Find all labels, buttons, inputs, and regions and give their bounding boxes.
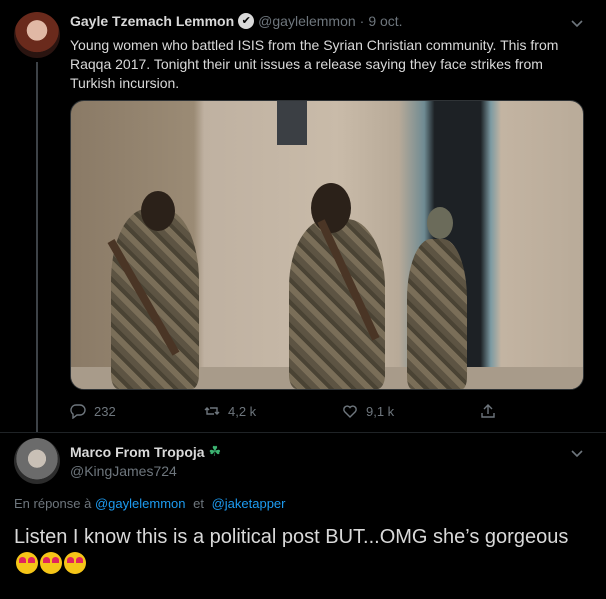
like-count: 9,1 k [366,403,395,419]
heart-eyes-emoji [16,552,38,574]
photo-figure-head [141,191,175,231]
photo-figure [289,219,385,389]
reply-action[interactable]: 232 [70,403,116,419]
tweet-photo[interactable] [70,100,584,390]
mention-link[interactable]: @gaylelemmon [95,496,186,511]
reply-author-avatar[interactable] [14,438,60,484]
thread-connector-line [36,62,38,432]
header-separator: · [359,13,365,29]
reply-count: 232 [94,403,116,419]
tweet-actions: 232 4,2 k 9,1 k [70,403,500,421]
photo-figure-head [311,183,351,233]
author-name[interactable]: Gayle Tzemach Lemmon [70,13,234,29]
reply-author-name[interactable]: Marco From Tropoja [70,444,205,460]
reply-text-content: Listen I know this is a political post B… [14,526,569,548]
heart-eyes-emoji [64,552,86,574]
comment-icon [70,404,86,419]
photo-figure-head [427,207,453,239]
author-avatar[interactable] [14,12,60,58]
reply-text: Listen I know this is a political post B… [14,523,584,579]
tweet-divider [0,432,606,433]
retweet-action[interactable]: 4,2 k [204,403,256,419]
retweet-count: 4,2 k [228,403,257,419]
author-handle[interactable]: @gaylelemmon [258,13,355,29]
in-reply-prefix: En réponse à [14,496,92,511]
retweet-icon [204,407,220,415]
like-action[interactable]: 9,1 k [342,403,394,419]
chevron-down-icon[interactable] [570,446,584,460]
photo-window [277,101,307,145]
share-icon [481,404,495,418]
tweet-date[interactable]: 9 oct. [368,13,402,29]
photo-figure [111,209,199,389]
in-reply-to: En réponse à @gaylelemmon et @jaketapper [14,496,285,511]
reply-author-handle[interactable]: @KingJames724 [70,463,177,479]
in-reply-conjunction: et [193,496,204,511]
heart-eyes-emoji [40,552,62,574]
heart-icon [343,405,357,418]
tweet-header: Gayle Tzemach Lemmon ✔ @gaylelemmon · 9 … [70,13,403,29]
reply-header: Marco From Tropoja ☘ [70,443,221,460]
photo-figure [407,239,467,389]
share-action[interactable] [480,403,504,419]
clover-badge-icon: ☘ [208,443,222,459]
chevron-down-icon[interactable] [570,16,584,30]
verified-badge-icon: ✔ [238,13,255,29]
tweet-text: Young women who battled ISIS from the Sy… [70,37,559,91]
mention-link[interactable]: @jaketapper [212,496,286,511]
